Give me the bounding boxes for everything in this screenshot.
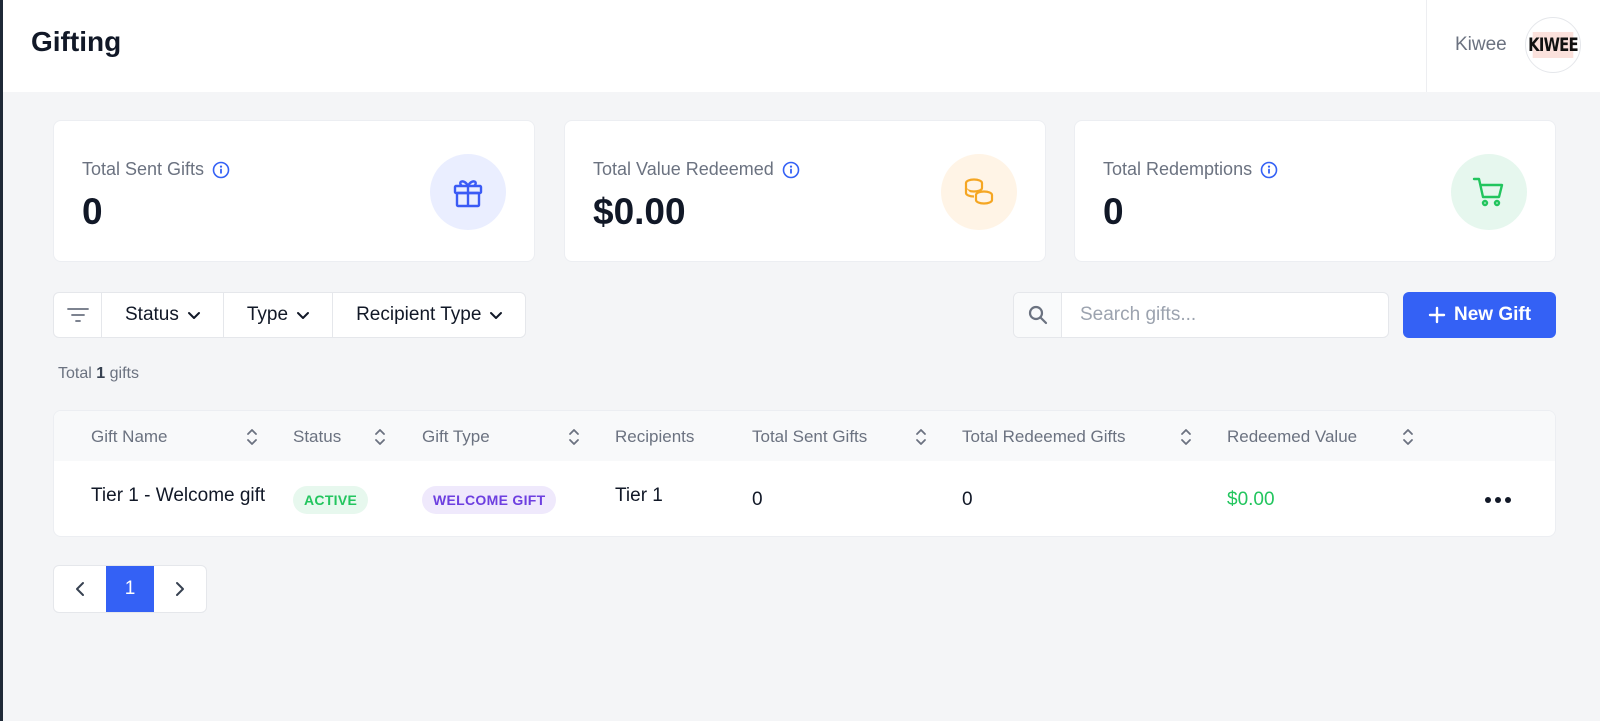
user-name: Kiwee: [1455, 34, 1507, 55]
col-redeemed-value[interactable]: Redeemed Value: [1227, 427, 1357, 447]
search-box: [1013, 292, 1389, 338]
prev-page-button[interactable]: [54, 566, 106, 612]
col-recipients: Recipients: [615, 427, 695, 446]
stat-value: 0: [1103, 191, 1124, 232]
total-prefix: Total: [58, 365, 92, 382]
pagination: 1: [53, 565, 207, 613]
col-total-sent-gifts[interactable]: Total Sent Gifts: [752, 427, 867, 447]
plus-icon: [1428, 306, 1446, 324]
total-suffix: gifts: [109, 365, 139, 382]
col-total-redeemed-gifts[interactable]: Total Redeemed Gifts: [962, 427, 1125, 447]
total-count-summary: Total 1 gifts: [58, 365, 139, 383]
search-input[interactable]: [1062, 293, 1388, 337]
sort-icon[interactable]: [246, 428, 258, 446]
filter-recipient-type-label: Recipient Type: [356, 304, 482, 325]
stat-card-total-value-redeemed: Total Value Redeemed $0.00: [564, 120, 1046, 262]
total-redeemed-cell: 0: [962, 489, 973, 510]
avatar[interactable]: KIWEE: [1525, 17, 1581, 73]
page-number-button[interactable]: 1: [106, 566, 154, 612]
dot: [1505, 497, 1511, 503]
status-badge: ACTIVE: [293, 486, 369, 514]
recipients-cell: Tier 1: [615, 485, 663, 506]
info-icon[interactable]: [1260, 161, 1278, 179]
coins-icon: [941, 154, 1017, 230]
filter-type-label: Type: [246, 304, 289, 325]
col-status[interactable]: Status: [293, 427, 341, 447]
filter-bar: Status Type Recipient Type: [53, 292, 527, 338]
gifts-table: Gift Name Status Gift Type Recipients To…: [53, 410, 1556, 537]
chevron-down-icon: [187, 312, 200, 319]
chevron-down-icon: [490, 312, 503, 319]
search-icon-cell: [1014, 293, 1062, 337]
stat-label-text: Total Value Redeemed: [593, 159, 774, 179]
page-title: Gifting: [31, 26, 122, 57]
stat-card-total-redemptions: Total Redemptions 0: [1074, 120, 1556, 262]
top-bar: Gifting Kiwee KIWEE: [3, 0, 1600, 92]
user-menu[interactable]: Kiwee KIWEE: [1426, 0, 1600, 92]
stat-card-total-sent-gifts: Total Sent Gifts 0: [53, 120, 535, 262]
stat-label-text: Total Sent Gifts: [82, 159, 205, 179]
gift-icon: [430, 154, 506, 230]
chevron-down-icon: [297, 312, 310, 319]
filter-type-dropdown[interactable]: Type: [223, 293, 334, 337]
stat-label: Total Value Redeemed: [593, 159, 800, 180]
sort-icon[interactable]: [915, 428, 927, 446]
filter-status-dropdown[interactable]: Status: [102, 293, 224, 337]
stat-label: Total Sent Gifts: [82, 159, 230, 180]
total-sent-cell: 0: [752, 489, 763, 510]
gift-name-cell[interactable]: Tier 1 - Welcome gift: [91, 485, 265, 507]
new-gift-button[interactable]: New Gift: [1403, 292, 1556, 338]
search-icon: [1028, 305, 1047, 325]
filter-recipient-type-dropdown[interactable]: Recipient Type: [333, 293, 526, 337]
next-page-button[interactable]: [154, 566, 206, 612]
info-icon[interactable]: [782, 161, 800, 179]
gift-type-badge: WELCOME GIFT: [422, 486, 557, 514]
avatar-logo: KIWEE: [1528, 32, 1579, 58]
stat-value: 0: [82, 191, 103, 232]
redeemed-value-cell: $0.00: [1227, 489, 1275, 510]
table-header: Gift Name Status Gift Type Recipients To…: [54, 411, 1555, 461]
total-count: 1: [96, 365, 106, 382]
chevron-right-icon: [176, 582, 184, 596]
info-icon[interactable]: [212, 161, 230, 179]
col-gift-type[interactable]: Gift Type: [422, 427, 490, 447]
cart-icon: [1451, 154, 1527, 230]
new-gift-label: New Gift: [1453, 304, 1532, 325]
stat-label-text: Total Redemptions: [1103, 159, 1253, 179]
dot: [1495, 497, 1501, 503]
filter-toggle[interactable]: [54, 293, 102, 337]
sort-icon[interactable]: [1402, 428, 1414, 446]
chevron-left-icon: [76, 582, 84, 596]
stat-value: $0.00: [593, 191, 686, 232]
stat-label: Total Redemptions: [1103, 159, 1278, 180]
dot: [1485, 497, 1491, 503]
filter-lines-icon: [66, 308, 89, 322]
sort-icon[interactable]: [1180, 428, 1192, 446]
sort-icon[interactable]: [568, 428, 580, 446]
filter-status-label: Status: [125, 304, 179, 325]
row-more-actions-icon[interactable]: [1485, 492, 1513, 508]
sort-icon[interactable]: [374, 428, 386, 446]
col-gift-name[interactable]: Gift Name: [91, 427, 168, 447]
